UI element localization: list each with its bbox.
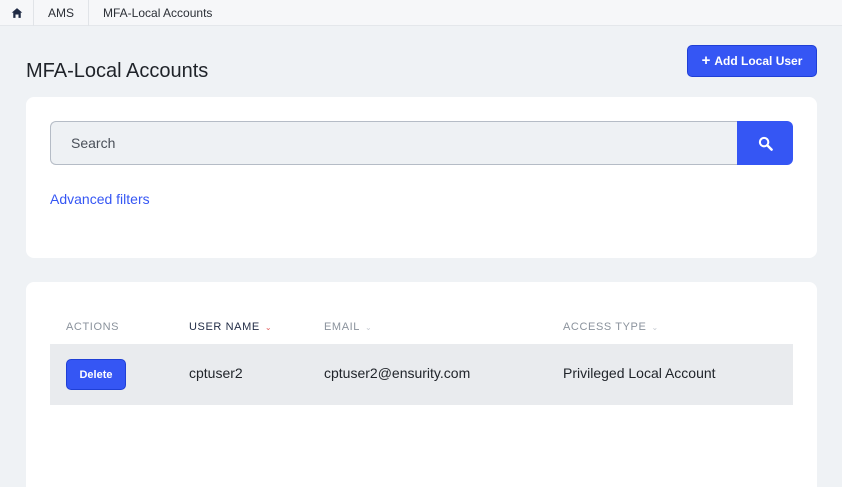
filters-card: Advanced filters — [26, 97, 817, 258]
column-header-label: ACTIONS — [66, 321, 120, 333]
column-header-email[interactable]: EMAIL ⌄ — [324, 321, 372, 333]
column-header-actions: ACTIONS — [66, 321, 119, 333]
search-button[interactable] — [737, 121, 793, 165]
add-local-user-label: Add Local User — [714, 54, 803, 68]
column-header-user-name[interactable]: USER NAME ⌄ — [189, 321, 272, 333]
delete-button[interactable]: Delete — [66, 359, 126, 390]
table-row: Delete cptuser2 cptuser2@ensurity.com Pr… — [50, 344, 793, 405]
breadcrumb-item-current: MFA-Local Accounts — [103, 5, 213, 20]
search-input[interactable] — [50, 121, 737, 165]
home-icon — [11, 7, 22, 18]
column-header-label: EMAIL — [324, 321, 361, 333]
breadcrumb-home[interactable] — [0, 0, 34, 26]
sort-chevron-down-icon: ⌄ — [264, 322, 273, 332]
advanced-filters-link[interactable]: Advanced filters — [50, 191, 150, 207]
cell-user-name: cptuser2 — [189, 365, 243, 381]
table-header: ACTIONS USER NAME ⌄ EMAIL ⌄ ACCESS TYPE … — [50, 315, 793, 345]
search-bar — [50, 121, 793, 165]
column-header-label: ACCESS TYPE — [563, 321, 647, 333]
cell-access-type: Privileged Local Account — [563, 365, 716, 381]
breadcrumb: AMS MFA-Local Accounts — [0, 0, 842, 26]
search-icon — [758, 136, 773, 151]
sort-chevron-down-icon: ⌄ — [365, 322, 373, 332]
breadcrumb-item-ams[interactable]: AMS — [34, 0, 90, 26]
add-local-user-button[interactable]: + Add Local User — [687, 45, 817, 77]
column-header-access-type[interactable]: ACCESS TYPE ⌄ — [563, 321, 659, 333]
cell-email: cptuser2@ensurity.com — [324, 365, 471, 381]
column-header-label: USER NAME — [189, 321, 260, 333]
plus-icon: + — [701, 52, 711, 69]
results-card: ACTIONS USER NAME ⌄ EMAIL ⌄ ACCESS TYPE … — [26, 282, 817, 487]
page-title: MFA-Local Accounts — [26, 60, 209, 82]
sort-chevron-down-icon: ⌄ — [651, 322, 659, 332]
